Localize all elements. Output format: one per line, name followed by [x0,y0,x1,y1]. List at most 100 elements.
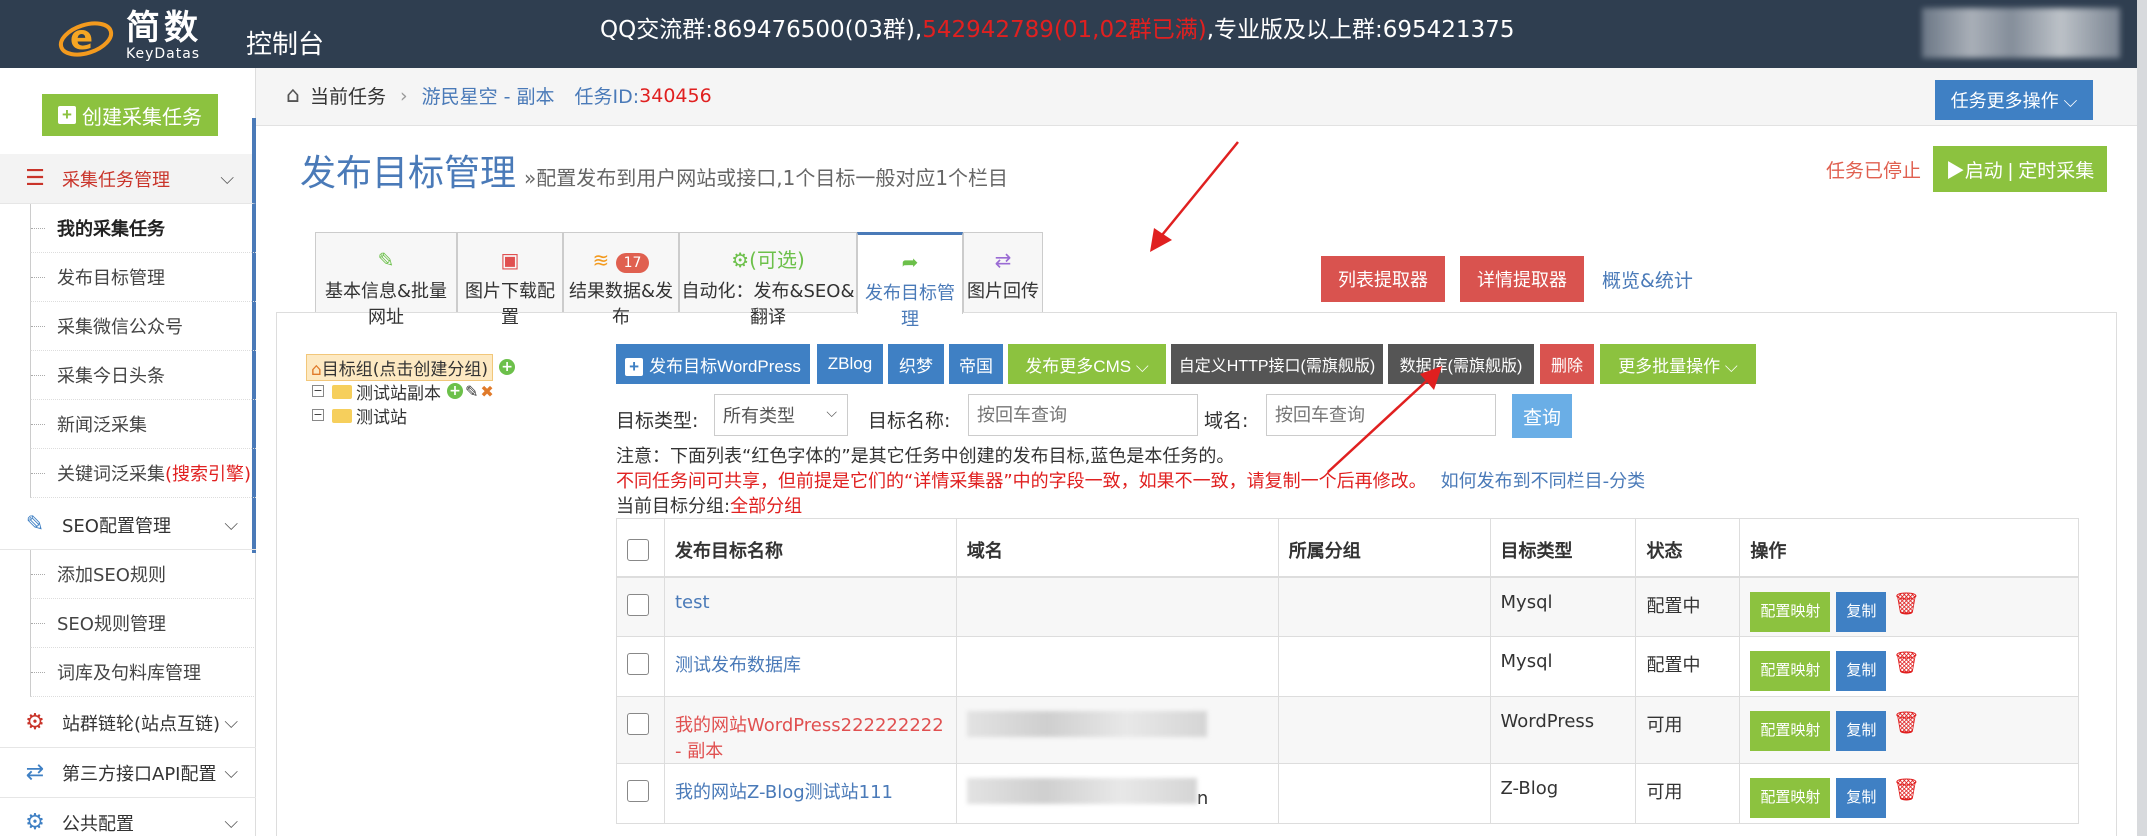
config-mapping-button[interactable]: 配置映射 [1750,711,1831,751]
trash-icon[interactable]: 🗑 [1892,711,1920,737]
publish-wordpress-button[interactable]: + 发布目标WordPress [616,344,810,384]
database-button[interactable]: 数据库(需旗舰版) [1388,344,1534,384]
query-button[interactable]: 查询 [1512,394,1572,438]
create-task-button[interactable]: + 创建采集任务 [42,94,218,136]
diguo-button[interactable]: 帝国 [949,344,1003,384]
sidebar-item-lexicon[interactable]: 词库及句料库管理 [30,648,256,697]
copy-button[interactable]: 复制 [1836,711,1887,751]
select-all-checkbox[interactable] [627,539,649,561]
logo[interactable]: e 简数 KeyDatas [56,8,202,64]
copy-button[interactable]: 复制 [1836,591,1887,632]
copy-button[interactable]: 复制 [1836,651,1887,691]
page-scrollbar[interactable] [2137,0,2147,836]
trash-icon[interactable]: 🗑 [1892,778,1920,804]
sidebar-item-add-seo[interactable]: 添加SEO规则 [30,550,256,599]
sidebar-item-news[interactable]: 新闻泛采集 [30,400,256,449]
publish-category-help-link[interactable]: 如何发布到不同栏目-分类 [1441,471,1646,492]
sidebar-item-seo-rules[interactable]: SEO规则管理 [30,599,256,648]
collapse-icon[interactable]: − [312,409,324,421]
batch-ops-button[interactable]: 更多批量操作 ⌵ [1600,344,1756,384]
edit-icon[interactable]: ✎ [465,382,478,401]
row-checkbox[interactable] [627,713,649,735]
add-icon[interactable]: + [447,383,463,399]
sidebar-item-publish-targets[interactable]: 发布目标管理 [30,253,256,302]
gears-icon: ⚙ [731,248,750,272]
breadcrumb-task-id-label: 任务ID: [574,86,640,108]
sidebar-group-api[interactable]: ⇄ 第三方接口API配置 ⌵ [0,748,256,798]
sidebar-item-wechat[interactable]: 采集微信公众号 [30,302,256,351]
logo-text-cn: 简数 [126,8,202,48]
blurred-domain [966,711,1207,737]
sidebar-group-seo[interactable]: ✎ SEO配置管理 ⌵ [0,500,256,550]
table-row: 我的网站WordPress222222222 - 副本 WordPress 可用… [616,696,2079,764]
exchange-icon: ⇄ [994,248,1012,272]
more-cms-button[interactable]: 发布更多CMS ⌵ [1008,344,1166,384]
row-checkbox[interactable] [627,780,649,802]
sidebar-group-sitelink[interactable]: ⚙ 站群链轮(站点互链) ⌵ [0,698,256,748]
target-type-select[interactable]: 所有类型 ⌵ [714,394,848,436]
trash-icon[interactable]: 🗑 [1892,651,1920,677]
config-mapping-button[interactable]: 配置映射 [1750,651,1831,691]
header-status[interactable]: 状态 [1635,518,1741,578]
qq-group-announcement: QQ交流群:869476500(03群),542942789(01,02群已满)… [600,10,1514,44]
config-mapping-button[interactable]: 配置映射 [1750,778,1831,818]
tree-root[interactable]: ⌂目标组(点击创建分组) [306,353,494,381]
current-group-value[interactable]: 全部分组 [730,496,802,517]
user-menu-blurred[interactable] [1922,8,2120,58]
breadcrumb-task-name[interactable]: 游民星空 - 副本 [422,82,555,109]
home-icon[interactable]: ⌂ [286,83,300,108]
detail-extractor-button[interactable]: 详情提取器 [1460,256,1584,302]
row-checkbox[interactable] [627,653,649,675]
collapse-icon[interactable]: − [312,385,324,397]
target-name-input[interactable] [968,394,1198,436]
header-domain[interactable]: 域名 [955,518,1279,578]
row-name-link[interactable]: test [675,592,710,613]
config-mapping-button[interactable]: 配置映射 [1750,591,1831,632]
copy-button[interactable]: 复制 [1836,778,1887,818]
list-extractor-button[interactable]: 列表提取器 [1321,256,1445,302]
table-row: 测试发布数据库 Mysql 配置中 配置映射 复制 🗑 [616,636,2079,697]
delete-icon[interactable]: ✖ [480,382,493,401]
start-schedule-button[interactable]: ▶启动 | 定时采集 [1933,146,2107,192]
tree-node[interactable]: − 测试站副本 + ✎ ✖ [306,379,515,404]
tab-image-download[interactable]: ▣ 图片下载配置 [457,232,563,328]
breadcrumb-current[interactable]: 当前任务 [310,82,386,109]
row-name-link[interactable]: 我的网站Z-Blog测试站111 [675,782,893,803]
zblog-button[interactable]: ZBlog [817,344,883,384]
row-ops-cell: 配置映射 复制 🗑 [1739,576,2079,637]
trash-icon[interactable]: 🗑 [1892,592,1920,618]
tab-automation-label: 自动化：发布&SEO&翻译 [681,281,855,328]
row-ops-cell: 配置映射 复制 🗑 [1739,636,2079,697]
tab-basic-info[interactable]: ✎ 基本信息&批量网址 [315,232,457,328]
header-type[interactable]: 目标类型 [1489,518,1637,578]
zhimeng-button[interactable]: 织梦 [888,344,944,384]
domain-input[interactable] [1266,394,1496,436]
sidebar-group-common[interactable]: ⚙ 公共配置 ⌵ [0,798,256,836]
row-name-link[interactable]: 我的网站WordPress222222222 - 副本 [675,715,944,762]
sidebar-item-keyword[interactable]: 关键词泛采集 (搜索引擎) [30,449,256,498]
row-checkbox[interactable] [627,593,649,616]
share-icon: ➦ [901,250,919,274]
delete-button[interactable]: 删除 [1540,344,1594,384]
custom-http-button[interactable]: 自定义HTTP接口(需旗舰版) [1171,344,1383,384]
header-group[interactable]: 所属分组 [1277,518,1491,578]
tab-image-return[interactable]: ⇄ 图片回传 [963,232,1043,312]
task-more-ops-button[interactable]: 任务更多操作 ⌵ [1935,80,2093,120]
header-name[interactable]: 发布目标名称 [663,518,957,578]
sidebar-group-collect[interactable]: ☰ 采集任务管理 ⌵ [0,154,256,204]
sidebar-item-toutiao[interactable]: 采集今日头条 [30,351,256,400]
tab-automation[interactable]: ⚙(可选) 自动化：发布&SEO&翻译 [679,232,857,328]
console-title[interactable]: 控制台 [246,24,324,61]
row-select-cell [616,763,665,824]
tab-result-data[interactable]: ≋ 17 结果数据&发布 [563,232,679,328]
gear-icon: ⚙ [25,810,45,835]
overview-stats-link[interactable]: 概览&统计 [1602,266,1693,293]
tree-node-label: 测试站副本 [356,383,441,404]
row-domain-cell [955,696,1279,764]
tree-node[interactable]: − 测试站 [306,403,515,428]
plus-icon: + [58,106,76,124]
row-name-link[interactable]: 测试发布数据库 [675,655,801,676]
tab-publish-targets[interactable]: ➦ 发布目标管理 [857,232,963,330]
add-group-icon[interactable]: + [499,359,516,375]
sidebar-item-my-tasks[interactable]: 我的采集任务 [30,204,256,253]
